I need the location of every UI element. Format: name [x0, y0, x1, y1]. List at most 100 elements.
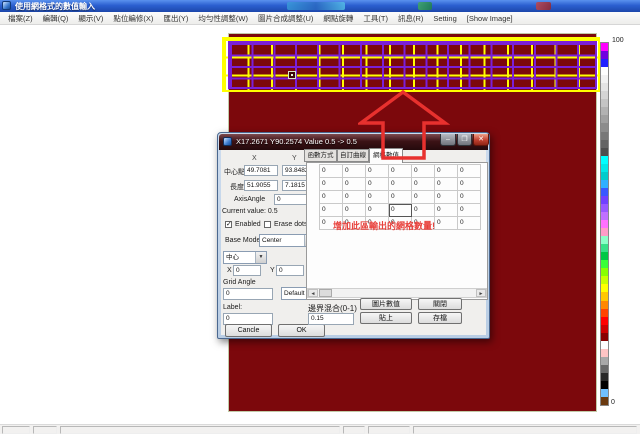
menu-item[interactable]: 匯出(Y): [158, 13, 193, 24]
menu-item[interactable]: 網點旋轉: [318, 13, 358, 24]
menu-item[interactable]: 圖片合成調整(U): [253, 13, 318, 24]
anchor-value: 中心: [226, 254, 239, 261]
grid-cell[interactable]: 0: [320, 178, 343, 191]
grid-cell[interactable]: 0: [412, 204, 435, 217]
grid-cell[interactable]: 0: [366, 165, 389, 178]
tab-function-mode[interactable]: 函數方式: [304, 149, 337, 162]
offset-y-input[interactable]: 0: [276, 265, 304, 276]
palette-band: [601, 365, 608, 373]
base-mode-value: Center: [262, 237, 282, 244]
menu-bar: 檔案(Z)編輯(Q)顯示(V)點位編修(X)匯出(Y)均勻性調整(W)圖片合成調…: [0, 12, 640, 25]
grid-cell[interactable]: 0: [320, 165, 343, 178]
grid-cell[interactable]: 0: [435, 191, 458, 204]
enabled-label: Enabled: [235, 221, 261, 228]
grid-cell[interactable]: 0: [343, 165, 366, 178]
grid-cell[interactable]: 0: [435, 178, 458, 191]
scrollbar-thumb[interactable]: [319, 289, 332, 297]
grid-cell[interactable]: 0: [343, 178, 366, 191]
grid-cell[interactable]: 0: [458, 178, 481, 191]
menu-item[interactable]: 顯示(V): [73, 13, 108, 24]
horizontal-scrollbar[interactable]: ◄ ►: [307, 288, 487, 298]
image-values-button[interactable]: 圖片數值: [360, 298, 412, 310]
label-label: Label:: [223, 304, 242, 311]
grid-value-dialog: X17.2671 Y90.2574 Value 0.5 -> 0.5 – ❐ ✕…: [217, 132, 490, 339]
grid-cell[interactable]: 0: [389, 204, 412, 217]
palette-band: [601, 43, 608, 51]
grid-angle-label: Grid Angle: [223, 279, 256, 286]
status-bar: [0, 424, 640, 434]
scroll-left-icon[interactable]: ◄: [308, 289, 318, 297]
close-icon[interactable]: ✕: [473, 134, 489, 146]
ok-button[interactable]: OK: [278, 324, 325, 337]
grid-cell[interactable]: 0: [343, 204, 366, 217]
palette-band: [601, 115, 608, 123]
menu-item[interactable]: 點位編修(X): [108, 13, 158, 24]
grid-cell[interactable]: 0: [412, 178, 435, 191]
palette-band: [601, 276, 608, 284]
menu-item[interactable]: 工具(T): [358, 13, 393, 24]
status-pane: [413, 426, 637, 434]
paste-button[interactable]: 貼上: [360, 312, 412, 324]
grid-cell[interactable]: 0: [389, 191, 412, 204]
anchor-select[interactable]: 中心 ▼: [223, 251, 267, 264]
window-titlebar[interactable]: 使用網格式的數值輸入: [0, 0, 640, 12]
grid-cell[interactable]: 0: [412, 191, 435, 204]
save-button[interactable]: 存檔: [418, 312, 462, 324]
status-pane: [60, 426, 340, 434]
window-title: 使用網格式的數值輸入: [15, 1, 95, 12]
palette-band: [601, 132, 608, 140]
palette-band: [601, 196, 608, 204]
grid-cell[interactable]: 0: [458, 217, 481, 230]
length-x-input[interactable]: 51.9055: [244, 180, 278, 191]
erase-dots-checkbox[interactable]: [264, 221, 271, 228]
grid-cell[interactable]: 0: [435, 165, 458, 178]
grid-cell[interactable]: 0: [458, 204, 481, 217]
grid-cell[interactable]: 0: [366, 204, 389, 217]
grid-cell[interactable]: 0: [389, 178, 412, 191]
grid-cell[interactable]: 0: [389, 165, 412, 178]
grid-cell[interactable]: 0: [412, 165, 435, 178]
close-button[interactable]: 關閉: [418, 298, 462, 310]
grid-cell[interactable]: 0: [435, 204, 458, 217]
center-x-input[interactable]: 49.7081: [244, 165, 278, 176]
menu-item[interactable]: Setting: [428, 14, 461, 23]
offset-y-label: Y: [270, 267, 275, 274]
palette-band: [601, 268, 608, 276]
selected-point-marker[interactable]: [288, 71, 296, 79]
palette-band: [601, 220, 608, 228]
scroll-right-icon[interactable]: ►: [476, 289, 486, 297]
offset-x-input[interactable]: 0: [233, 265, 261, 276]
grid-cell[interactable]: 0: [366, 191, 389, 204]
base-mode-label: Base Mode: [225, 237, 260, 244]
palette-strip: [600, 42, 609, 406]
grid-angle-input[interactable]: 0: [223, 288, 273, 300]
grid-cell[interactable]: 0: [320, 191, 343, 204]
palette-band: [601, 252, 608, 260]
menu-item[interactable]: [Show Image]: [462, 14, 518, 23]
grid-cell[interactable]: 0: [320, 204, 343, 217]
palette-band: [601, 317, 608, 325]
grid-cell[interactable]: 0: [435, 217, 458, 230]
grid-cell[interactable]: 0: [458, 165, 481, 178]
dialog-icon: [223, 137, 232, 146]
menu-item[interactable]: 編輯(Q): [38, 13, 74, 24]
menu-item[interactable]: 均勻性調整(W): [193, 13, 253, 24]
palette-band: [601, 349, 608, 357]
status-pane: [343, 426, 365, 434]
scale-min-label: 0: [611, 399, 615, 406]
maximize-button[interactable]: ❐: [457, 134, 472, 146]
menu-item[interactable]: 檔案(Z): [3, 13, 38, 24]
palette-band: [601, 164, 608, 172]
blend-input[interactable]: 0.15: [308, 313, 354, 325]
palette-band: [601, 75, 608, 83]
enabled-checkbox[interactable]: ✓: [225, 221, 232, 228]
palette-band: [601, 83, 608, 91]
cancel-button[interactable]: Cancle: [225, 324, 272, 337]
menu-item[interactable]: 訊息(R): [393, 13, 428, 24]
grid-cell[interactable]: 0: [343, 191, 366, 204]
chevron-down-icon[interactable]: ▼: [255, 252, 266, 263]
grid-cell[interactable]: 0: [458, 191, 481, 204]
grid-cell[interactable]: 0: [366, 178, 389, 191]
status-pane: [33, 426, 57, 434]
palette-band: [601, 188, 608, 196]
